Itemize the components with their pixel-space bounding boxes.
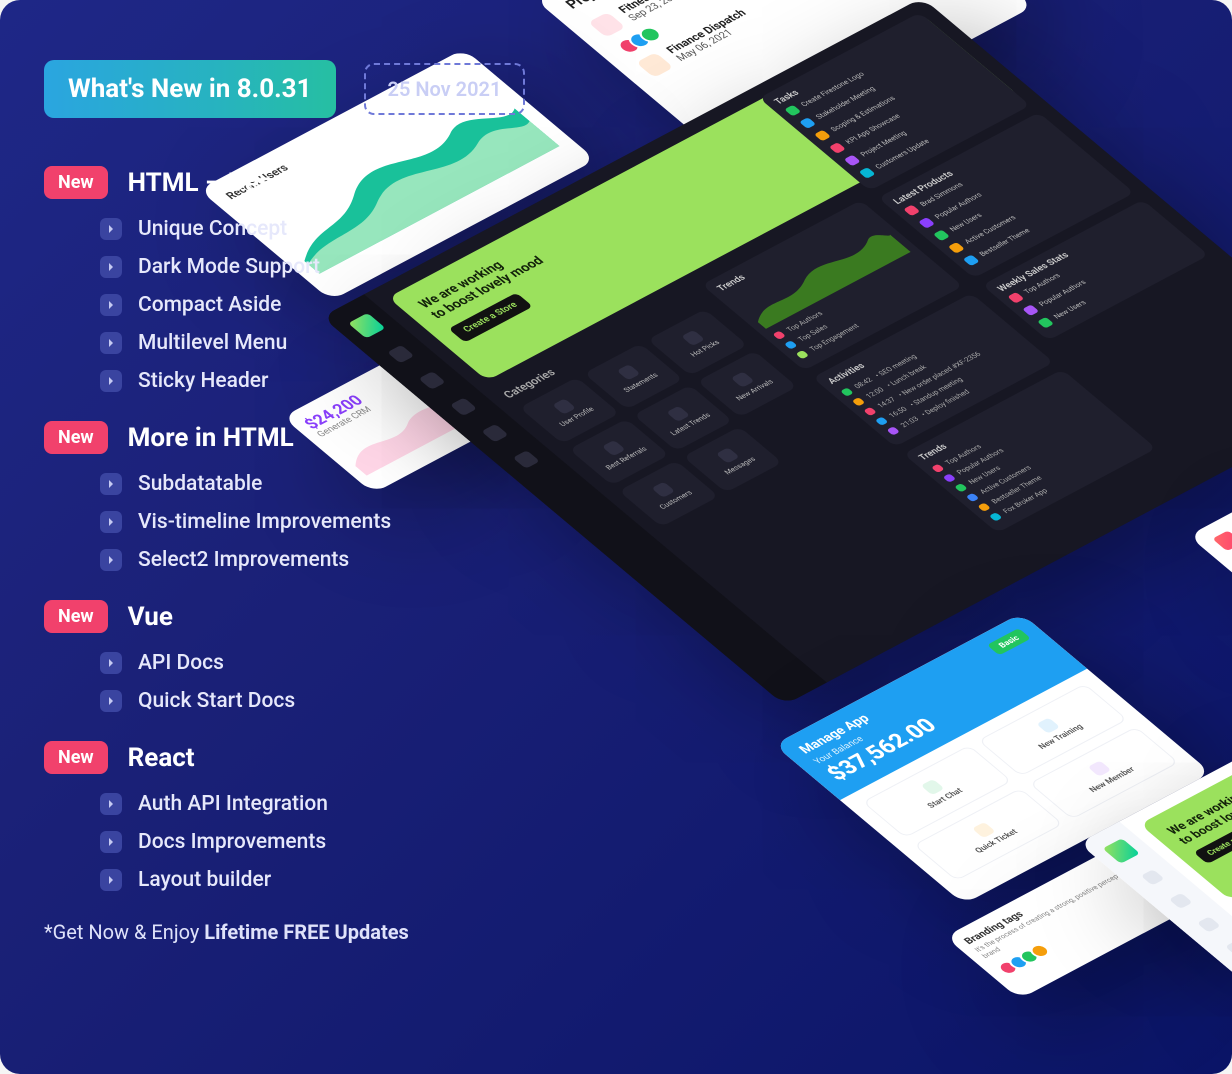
nav-icon [1141,869,1165,885]
mock-hero-line: We are working [1164,554,1232,837]
section-title: More in HTML [128,423,294,453]
feature-text: Subdatatable [138,472,262,496]
section-title: Vue [128,602,173,632]
feature-text: Vis-timeline Improvements [138,510,391,534]
footer-bold: Lifetime FREE Updates [204,920,409,944]
section-title: HTML – Demo 16 [128,168,333,198]
new-badge: New [44,600,108,633]
feature-text: Unique Concept [138,217,287,241]
feature-item: Quick Start Docs [100,689,564,713]
chevron-right-icon [100,473,122,495]
feature-text: Auth API Integration [138,792,328,816]
chevron-right-icon [100,793,122,815]
chevron-right-icon [100,831,122,853]
logo-icon [1212,530,1232,551]
version-badge: What's New in 8.0.31 [44,60,336,118]
section-title: React [128,743,195,773]
feature-item: Compact Aside [100,293,564,317]
chevron-right-icon [100,218,122,240]
feature-text: Multilevel Menu [138,331,287,355]
feature-item: API Docs [100,651,564,675]
app-icon [588,12,626,38]
chevron-right-icon [100,690,122,712]
feature-item: Auth API Integration [100,792,564,816]
promo-canvas: What's New in 8.0.31 25 Nov 2021 New HTM… [0,0,1232,1074]
feature-text: Compact Aside [138,293,281,317]
feature-item: Layout builder [100,868,564,892]
feature-text: API Docs [138,651,224,675]
nav-icon [1169,893,1193,909]
chevron-right-icon [100,549,122,571]
chevron-right-icon [100,511,122,533]
feature-text: Layout builder [138,868,271,892]
mock-hero: We are working to boost lovely mood Crea… [1140,538,1232,901]
feature-text: Docs Improvements [138,830,326,854]
release-date: 25 Nov 2021 [364,63,526,115]
footer-prefix: *Get Now & Enjoy [44,920,204,944]
feature-text: Select2 Improvements [138,548,349,572]
feature-item: Subdatatable [100,472,564,496]
nav-icon [1197,916,1221,932]
feature-item: Multilevel Menu [100,331,564,355]
section-vue: New Vue API Docs Quick Start Docs [44,600,564,713]
header-row: What's New in 8.0.31 25 Nov 2021 [44,60,564,118]
chevron-right-icon [100,294,122,316]
feature-text: Dark Mode Support [138,255,320,279]
nav-icon [1225,940,1232,956]
section-more-html: New More in HTML Subdatatable Vis-timeli… [44,421,564,572]
changelog-column: What's New in 8.0.31 25 Nov 2021 New HTM… [44,60,564,944]
feature-item: Select2 Improvements [100,548,564,572]
feature-text: Sticky Header [138,369,268,393]
chevron-right-icon [100,256,122,278]
feature-item: Vis-timeline Improvements [100,510,564,534]
section-html-demo16: New HTML – Demo 16 Unique Concept Dark M… [44,166,564,393]
feature-item: Sticky Header [100,369,564,393]
logo-icon [1102,838,1140,864]
feature-item: Docs Improvements [100,830,564,854]
chevron-right-icon [100,652,122,674]
chevron-right-icon [100,370,122,392]
feature-text: Quick Start Docs [138,689,295,713]
new-badge: New [44,166,108,199]
new-badge: New [44,741,108,774]
new-badge: New [44,421,108,454]
feature-item: Unique Concept [100,217,564,241]
app-icon [636,52,674,78]
section-react: New React Auth API Integration Docs Impr… [44,741,564,892]
chevron-right-icon [100,869,122,891]
footer-cta: *Get Now & Enjoy Lifetime FREE Updates [44,920,564,944]
chevron-right-icon [100,332,122,354]
feature-item: Dark Mode Support [100,255,564,279]
